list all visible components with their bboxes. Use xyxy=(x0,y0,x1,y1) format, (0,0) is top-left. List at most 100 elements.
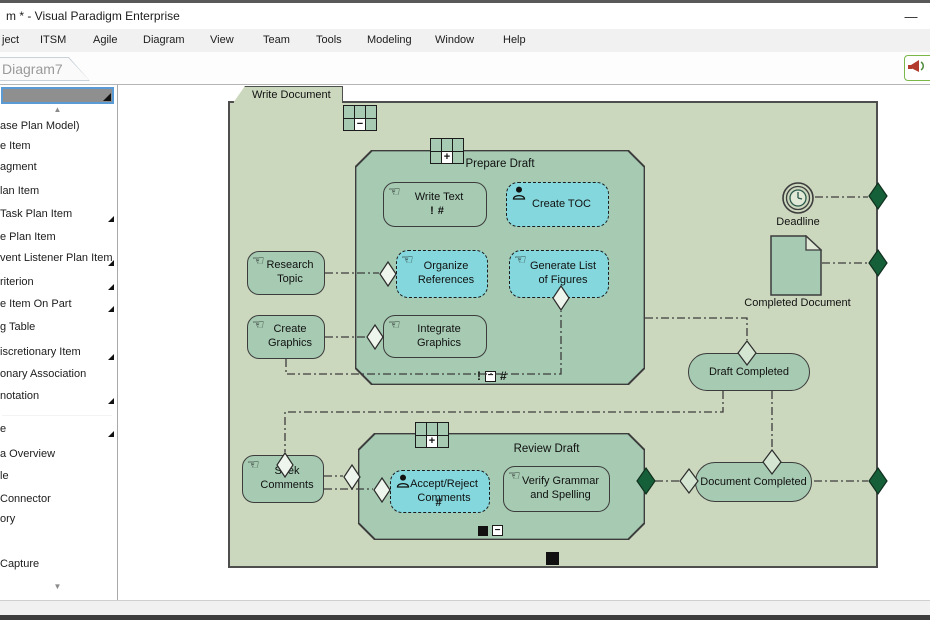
task-organize-references[interactable]: ☜ Organize References xyxy=(396,250,488,298)
task-label: Create TOC xyxy=(532,198,591,212)
diagram-canvas[interactable]: Write Document − Prepare Draft ! − # + R… xyxy=(118,84,930,600)
planning-table-icon-collapsed[interactable]: + xyxy=(415,422,449,448)
palette-scroll-down[interactable]: ▼ xyxy=(0,582,115,591)
palette-item-case-file-item[interactable]: e Item xyxy=(0,140,116,156)
manual-task-icon: ☜ xyxy=(247,457,260,471)
menu-team[interactable]: Team xyxy=(263,34,290,46)
palette-item-label: iscretionary Item xyxy=(0,346,81,358)
manual-task-icon: ☜ xyxy=(388,317,401,331)
palette-scroll-up[interactable]: ▲ xyxy=(0,105,115,114)
menu-view[interactable]: View xyxy=(210,34,234,46)
planning-table-icon-collapsed[interactable]: + xyxy=(430,138,464,164)
palette-item-capture[interactable]: Capture xyxy=(0,558,116,574)
palette-item-annotation[interactable]: notation xyxy=(0,390,116,406)
manual-task-icon: ☜ xyxy=(252,253,265,267)
task-seek-comments[interactable]: ☜ Seek Comments xyxy=(242,455,324,503)
palette-item-item-on-part[interactable]: e Item On Part xyxy=(0,298,116,314)
task-accept-reject-comments[interactable]: Accept/Reject Comments # xyxy=(390,470,490,513)
status-bar xyxy=(0,600,930,615)
palette-item-label: e Plan Item xyxy=(0,231,56,243)
case-plan-label: Write Document xyxy=(252,89,331,101)
palette-item-plan-item[interactable]: lan Item xyxy=(0,185,116,201)
stage-label: Review Draft xyxy=(358,443,645,455)
manual-task-icon: ☜ xyxy=(388,184,401,198)
announcement-button[interactable] xyxy=(904,55,930,81)
task-integrate-graphics[interactable]: ☜ Integrate Graphics xyxy=(383,315,487,358)
flyout-triangle xyxy=(108,431,114,437)
palette-item-label: e Item On Part xyxy=(0,298,72,310)
case-file-completed-document[interactable] xyxy=(770,235,822,296)
title-bar: m * - Visual Paradigm Enterprise — xyxy=(0,3,930,29)
menu-window[interactable]: Window xyxy=(435,34,474,46)
task-label: Integrate Graphics xyxy=(398,323,480,351)
required-marker: ! xyxy=(430,205,438,217)
palette-item-planning-table[interactable]: g Table xyxy=(0,321,116,337)
palette-item-diagram-overview[interactable]: a Overview xyxy=(0,448,116,464)
palette-item-connector[interactable]: Connector xyxy=(0,493,116,509)
palette-item-task-plan-item[interactable]: Task Plan Item xyxy=(0,208,116,224)
palette-item-discretionary-association[interactable]: onary Association xyxy=(0,368,116,384)
repetition-marker: # xyxy=(391,497,489,511)
palette-item-discretionary-item[interactable]: iscretionary Item xyxy=(0,346,116,362)
flyout-triangle xyxy=(108,398,114,404)
task-generate-list-of-figures[interactable]: ☜ Generate List of Figures xyxy=(509,250,609,298)
expand-marker[interactable]: + xyxy=(427,436,437,448)
stage-markers: ! − # xyxy=(477,369,507,383)
case-plan-name-tab[interactable]: Write Document xyxy=(233,86,343,103)
menu-project[interactable]: ject xyxy=(2,34,19,46)
milestone-draft-completed[interactable]: Draft Completed xyxy=(688,353,810,391)
palette-item-label: Connector xyxy=(0,493,51,505)
palette-item-label: ory xyxy=(0,513,15,525)
planning-table-icon-expanded[interactable]: − xyxy=(343,105,377,131)
human-task-icon xyxy=(512,186,528,201)
flyout-triangle xyxy=(108,260,114,266)
tool-corner-triangle xyxy=(103,93,111,101)
selected-tool[interactable] xyxy=(1,87,114,104)
diagram-tab-bar: Diagram7 xyxy=(0,52,930,84)
milestone-label: Document Completed xyxy=(700,476,806,488)
menu-agile[interactable]: Agile xyxy=(93,34,117,46)
palette-item-label: lan Item xyxy=(0,185,39,197)
palette-item-label: onary Association xyxy=(0,368,86,380)
task-label: Seek Comments xyxy=(257,465,317,493)
palette-item-story[interactable]: ory xyxy=(0,513,116,529)
task-create-toc[interactable]: Create TOC xyxy=(506,182,609,227)
collapse-marker[interactable]: − xyxy=(492,525,503,536)
task-markers: !# xyxy=(430,205,448,219)
menu-help[interactable]: Help xyxy=(503,34,526,46)
task-research-topic[interactable]: ☜ Research Topic xyxy=(247,251,325,295)
menu-itsm[interactable]: ITSM xyxy=(40,34,66,46)
timer-event-deadline[interactable] xyxy=(780,180,816,216)
palette-item-milestone-plan-item[interactable]: e Plan Item xyxy=(0,231,116,247)
manual-task-icon: ☜ xyxy=(252,317,265,331)
clock-icon xyxy=(790,190,806,206)
task-label: Research Topic xyxy=(262,259,318,287)
expand-marker[interactable]: + xyxy=(442,152,452,164)
milestone-document-completed[interactable]: Document Completed xyxy=(695,462,812,502)
palette-item-event-listener-plan-item[interactable]: vent Listener Plan Item xyxy=(0,252,116,268)
stage-label: Prepare Draft xyxy=(355,158,645,170)
collapse-marker[interactable]: − xyxy=(355,119,365,131)
event-label: Deadline xyxy=(763,216,833,228)
palette-item-shape[interactable]: e xyxy=(0,423,116,439)
menu-diagram[interactable]: Diagram xyxy=(143,34,185,46)
palette-item-plan-fragment[interactable]: agment xyxy=(0,161,116,177)
task-label: Organize References xyxy=(411,260,481,288)
minimize-button[interactable]: — xyxy=(898,6,924,28)
manual-task-icon: ☜ xyxy=(508,468,521,482)
collapse-marker[interactable]: − xyxy=(485,371,496,382)
palette-item-label: e Item xyxy=(0,140,31,152)
palette-item-label: Task Plan Item xyxy=(0,208,72,220)
tab-diagram7[interactable]: Diagram7 xyxy=(0,57,90,81)
flyout-triangle xyxy=(108,216,114,222)
palette-item-label: riterion xyxy=(0,276,34,288)
task-label: Generate List of Figures xyxy=(524,260,602,288)
menu-tools[interactable]: Tools xyxy=(316,34,342,46)
task-create-graphics[interactable]: ☜ Create Graphics xyxy=(247,315,325,359)
palette-item-table[interactable]: le xyxy=(0,470,116,486)
menu-modeling[interactable]: Modeling xyxy=(367,34,412,46)
palette-item-case-plan-model[interactable]: ase Plan Model) xyxy=(0,120,116,136)
palette-item-criterion[interactable]: riterion xyxy=(0,276,116,292)
task-write-text[interactable]: ☜ Write Text !# xyxy=(383,182,487,227)
task-verify-grammar-spelling[interactable]: ☜ Verify Grammar and Spelling xyxy=(503,466,610,512)
